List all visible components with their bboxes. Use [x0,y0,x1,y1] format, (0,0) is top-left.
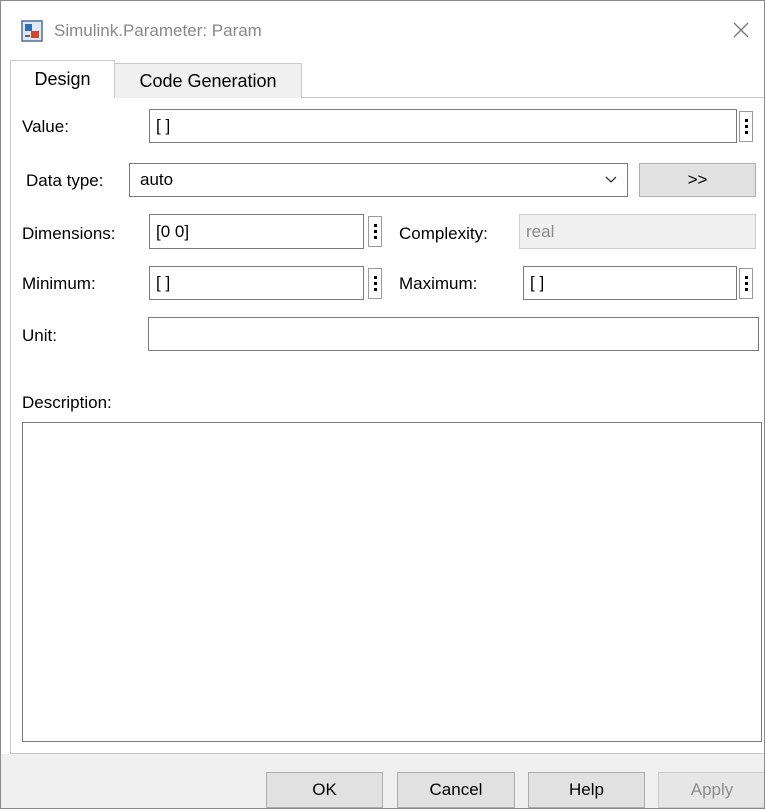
apply-button: Apply [658,772,764,808]
complexity-label: Complexity: [399,224,488,243]
more-options-icon [373,276,377,279]
description-field[interactable] [22,422,762,742]
chevron-down-icon [605,176,617,183]
description-label: Description: [22,393,112,412]
dialog-window: Simulink.Parameter: Param Design Code Ge… [0,0,765,809]
dimensions-label: Dimensions: [22,224,116,243]
data-type-assistant-button[interactable]: >> [639,163,756,197]
maximum-label: Maximum: [399,274,478,293]
more-options-icon [744,276,748,279]
data-type-value: auto [140,170,174,189]
more-options-icon [373,224,377,227]
unit-field[interactable] [148,317,759,351]
title-bar: Simulink.Parameter: Param [1,1,764,61]
close-button[interactable] [726,15,756,45]
value-label: Value: [22,117,69,136]
tab-design[interactable]: Design [10,60,115,98]
data-type-select[interactable]: auto [129,163,628,197]
dimensions-field[interactable]: [0 0] [149,214,364,249]
value-options-button[interactable] [739,111,753,142]
tab-code-generation[interactable]: Code Generation [114,63,302,98]
maximum-field[interactable]: [ ] [523,266,737,300]
dimensions-options-button[interactable] [368,216,382,247]
more-options-icon [744,119,748,122]
data-type-label: Data type: [26,171,104,190]
unit-label: Unit: [22,326,57,345]
simulink-icon [21,20,43,42]
value-field[interactable]: [ ] [149,109,737,143]
cancel-button[interactable]: Cancel [397,772,515,808]
help-button[interactable]: Help [528,772,645,808]
window-title: Simulink.Parameter: Param [54,21,262,40]
close-icon [733,22,749,38]
minimum-label: Minimum: [22,274,96,293]
maximum-options-button[interactable] [739,268,753,299]
minimum-field[interactable]: [ ] [149,266,364,300]
complexity-field: real [519,214,756,249]
ok-button[interactable]: OK [266,772,383,808]
minimum-options-button[interactable] [368,268,382,299]
